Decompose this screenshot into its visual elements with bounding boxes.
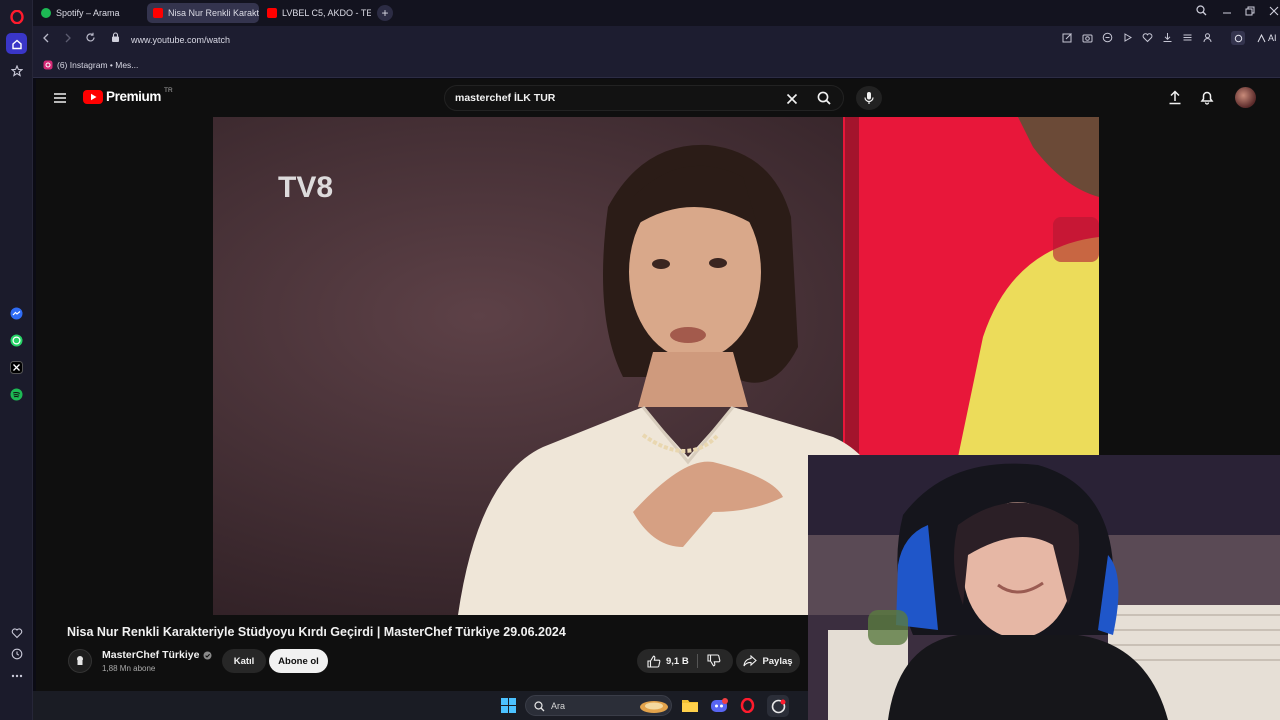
more-icon[interactable] (6, 665, 27, 686)
share-button[interactable]: Paylaş (736, 649, 800, 673)
search-tabs-icon[interactable] (1196, 5, 1207, 19)
messenger-icon[interactable] (6, 303, 27, 324)
thumbs-down-icon (707, 654, 721, 667)
webcam-feed-image (808, 455, 1280, 720)
windows-start-icon[interactable] (501, 698, 516, 718)
thumbs-up-icon (647, 655, 661, 668)
new-tab-button[interactable]: + (377, 5, 393, 21)
like-divider (697, 654, 698, 668)
avatar[interactable] (1235, 87, 1256, 108)
spotify-icon[interactable] (6, 384, 27, 405)
channel-name[interactable]: MasterChef Türkiye (102, 649, 212, 661)
minimize-icon[interactable] (1222, 4, 1232, 19)
share-label: Paylaş (762, 655, 793, 667)
address-bar: www.youtube.com/watch AI (33, 26, 1280, 54)
share-icon (743, 655, 758, 667)
heart-icon[interactable] (6, 622, 27, 643)
hamburger-menu-icon[interactable] (53, 91, 67, 107)
play-icon[interactable] (1122, 32, 1133, 46)
opera-sidebar (0, 0, 33, 720)
history-icon[interactable] (6, 643, 27, 664)
opera-browser-taskbar-icon[interactable] (767, 695, 789, 717)
youtube-premium-logo[interactable]: Premium TR (83, 87, 173, 104)
tab-youtube-active[interactable]: Nisa Nur Renkli Karakteriy (147, 3, 259, 23)
verified-icon (203, 651, 212, 659)
extensions-icon[interactable] (1231, 31, 1245, 45)
instagram-icon (43, 60, 53, 70)
file-explorer-icon[interactable] (682, 698, 698, 717)
logo-text: Premium (106, 89, 161, 104)
youtube-icon (267, 8, 277, 18)
aria-ai-button[interactable]: AI (1257, 33, 1277, 43)
opera-gx-taskbar-icon[interactable] (740, 697, 755, 718)
dislike-button[interactable] (707, 654, 721, 670)
search-input[interactable]: masterchef İLK TUR (455, 92, 555, 104)
shield-icon[interactable] (1102, 32, 1113, 46)
url-text[interactable]: www.youtube.com/watch (131, 35, 230, 45)
edit-icon[interactable] (1062, 32, 1073, 46)
clear-search-icon[interactable] (786, 92, 798, 110)
opera-logo-icon[interactable] (6, 6, 27, 27)
search-box[interactable]: masterchef İLK TUR (444, 85, 844, 111)
profile-icon[interactable] (1202, 32, 1213, 46)
logo-country: TR (163, 87, 173, 94)
taskbar-search[interactable]: Ara (525, 695, 672, 716)
ai-label: AI (1268, 33, 1277, 43)
bookmark-instagram[interactable]: (6) Instagram • Mes... (43, 60, 138, 70)
tab-youtube-music[interactable]: LVBEL C5, AKDO - TEMPO (261, 3, 371, 23)
back-icon[interactable] (41, 32, 51, 47)
microphone-icon (864, 92, 874, 104)
windows-taskbar: Ara (33, 691, 808, 720)
tab-spotify[interactable]: Spotify – Arama (35, 3, 145, 23)
search-highlight-icon (640, 701, 668, 713)
tab-bar: Spotify – Arama Nisa Nur Renkli Karakter… (33, 0, 1280, 26)
channel-name-label: MasterChef Türkiye (102, 649, 200, 661)
close-window-icon[interactable] (1269, 5, 1279, 19)
like-dislike-group: 9,1 B (637, 649, 733, 673)
chef-hat-icon (77, 656, 83, 665)
tv8-watermark: TV8 (278, 171, 333, 204)
youtube-logo-icon (83, 89, 103, 104)
upload-icon[interactable] (1168, 90, 1182, 108)
star-icon[interactable] (6, 60, 27, 81)
subscriber-count: 1,88 Mn abone (102, 664, 156, 673)
spotify-icon (41, 8, 51, 18)
voice-search-button[interactable] (856, 86, 882, 110)
forward-icon[interactable] (63, 32, 73, 47)
channel-avatar[interactable] (68, 649, 92, 673)
bookmarks-bar: (6) Instagram • Mes... (33, 54, 1280, 78)
home-icon[interactable] (6, 33, 27, 54)
heart-icon[interactable] (1142, 32, 1153, 46)
x-twitter-icon[interactable] (6, 357, 27, 378)
camera-icon[interactable] (1082, 32, 1093, 46)
restore-icon[interactable] (1245, 5, 1255, 19)
webcam-overlay (808, 455, 1280, 720)
video-title: Nisa Nur Renkli Karakteriyle Stüdyoyu Kı… (67, 625, 566, 639)
whatsapp-icon[interactable] (6, 330, 27, 351)
youtube-icon (153, 8, 163, 18)
like-button[interactable]: 9,1 B (647, 655, 689, 668)
youtube-header: Premium TR masterchef İLK TUR (36, 79, 1280, 117)
subscribe-button[interactable]: Abone ol (269, 649, 328, 673)
reload-icon[interactable] (85, 32, 96, 46)
notifications-bell-icon[interactable] (1200, 90, 1214, 108)
join-button[interactable]: Katıl (222, 649, 266, 673)
search-icon (534, 701, 545, 712)
tab-label: LVBEL C5, AKDO - TEMPO (282, 8, 371, 18)
taskbar-search-placeholder: Ara (551, 701, 566, 711)
menu-icon[interactable] (1182, 32, 1193, 46)
lock-icon[interactable] (111, 32, 120, 46)
like-count: 9,1 B (666, 655, 689, 667)
tab-label: Nisa Nur Renkli Karakteriy (168, 8, 259, 18)
tab-label: Spotify – Arama (56, 8, 120, 18)
download-icon[interactable] (1162, 32, 1173, 46)
aria-icon (1257, 33, 1266, 42)
search-icon[interactable] (817, 91, 831, 110)
discord-icon[interactable] (711, 698, 728, 717)
bookmark-label: (6) Instagram • Mes... (57, 60, 139, 70)
plus-icon: + (381, 6, 389, 20)
